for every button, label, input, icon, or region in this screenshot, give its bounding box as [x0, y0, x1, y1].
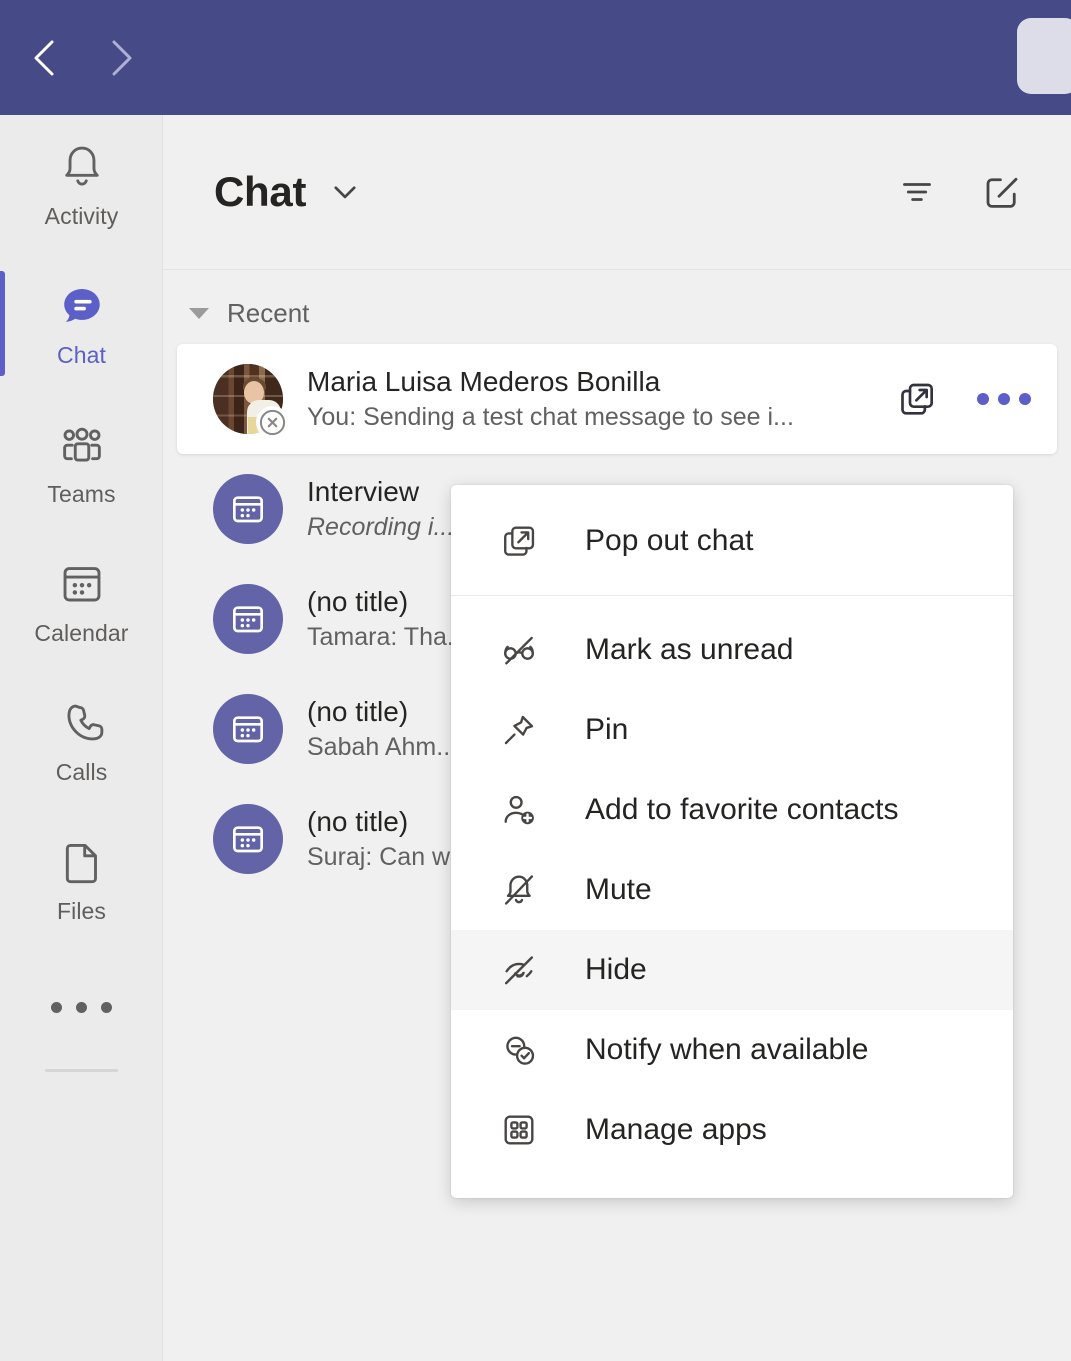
sidebar-more-apps-button[interactable] — [0, 949, 163, 1069]
menu-item-label: Hide — [585, 953, 647, 987]
sidebar-item-calls[interactable]: Calls — [0, 671, 163, 810]
chat-list-item-selected[interactable]: Maria Luisa Mederos Bonilla You: Sending… — [177, 344, 1057, 454]
menu-item-label: Notify when available — [585, 1033, 869, 1067]
chat-bubble-icon — [55, 279, 109, 333]
menu-divider — [451, 595, 1013, 596]
sidebar-item-calendar[interactable]: Calendar — [0, 532, 163, 671]
menu-item-label: Mute — [585, 873, 652, 907]
sidebar-item-label: Teams — [47, 481, 115, 508]
menu-item-label: Manage apps — [585, 1113, 767, 1147]
calendar-icon — [55, 557, 109, 611]
menu-item-mark-as-unread[interactable]: Mark as unread — [451, 610, 1013, 690]
phone-icon — [55, 696, 109, 750]
menu-item-label: Mark as unread — [585, 633, 793, 667]
sidebar-item-files[interactable]: Files — [0, 810, 163, 949]
menu-item-label: Pop out chat — [585, 524, 753, 558]
pop-out-icon — [498, 522, 540, 560]
chat-header-actions — [897, 171, 1023, 213]
meeting-calendar-icon — [228, 489, 268, 529]
more-options-icon — [977, 393, 1031, 405]
menu-item-mute[interactable]: Mute — [451, 850, 1013, 930]
notify-available-icon — [498, 1031, 540, 1069]
person-add-icon — [498, 791, 540, 829]
sidebar-item-label: Files — [57, 898, 106, 925]
avatar — [213, 804, 283, 874]
menu-item-hide[interactable]: Hide — [451, 930, 1013, 1010]
rail-divider — [45, 1069, 118, 1072]
filter-icon — [897, 172, 937, 212]
avatar — [213, 694, 283, 764]
compose-new-chat-icon — [981, 171, 1023, 213]
apps-grid-icon — [498, 1111, 540, 1149]
navigation-arrows — [22, 35, 144, 81]
pop-out-chat-button[interactable] — [897, 379, 937, 419]
offline-x-icon — [258, 408, 287, 437]
file-icon — [55, 835, 109, 889]
menu-item-label: Add to favorite contacts — [585, 793, 899, 827]
chevron-down-icon — [328, 175, 362, 209]
filter-button[interactable] — [897, 172, 937, 212]
caret-down-icon — [189, 308, 209, 319]
sidebar-item-chat[interactable]: Chat — [0, 254, 163, 393]
search-input[interactable] — [1017, 18, 1071, 94]
chat-more-options-button[interactable] — [977, 393, 1031, 405]
title-bar — [0, 0, 1071, 115]
chat-list-header: Chat — [163, 115, 1071, 270]
menu-item-manage-apps[interactable]: Manage apps — [451, 1090, 1013, 1170]
chat-title-dropdown[interactable] — [328, 175, 362, 209]
sidebar-item-activity[interactable]: Activity — [0, 115, 163, 254]
avatar — [213, 474, 283, 544]
chevron-right-icon — [104, 36, 138, 80]
chat-row-actions — [897, 379, 1031, 419]
eye-off-icon — [498, 951, 540, 989]
people-icon — [55, 418, 109, 472]
page-title: Chat — [214, 168, 306, 216]
pin-icon — [498, 711, 540, 749]
sidebar-item-teams[interactable]: Teams — [0, 393, 163, 532]
status-badge — [256, 406, 289, 439]
sidebar-item-label: Activity — [45, 203, 119, 230]
teams-app-window: Activity Chat Teams — [0, 0, 1071, 1361]
mark-unread-icon — [498, 631, 540, 669]
menu-item-add-to-favorite-contacts[interactable]: Add to favorite contacts — [451, 770, 1013, 850]
sidebar-item-label: Chat — [57, 342, 106, 369]
chevron-left-icon — [28, 36, 62, 80]
bell-icon — [55, 140, 109, 194]
meeting-calendar-icon — [228, 819, 268, 859]
pop-out-icon — [897, 379, 937, 419]
back-button[interactable] — [22, 35, 68, 81]
left-rail: Activity Chat Teams — [0, 115, 163, 1361]
new-chat-button[interactable] — [981, 171, 1023, 213]
sidebar-item-label: Calendar — [34, 620, 128, 647]
meeting-calendar-icon — [228, 709, 268, 749]
menu-item-notify-when-available[interactable]: Notify when available — [451, 1010, 1013, 1090]
menu-item-pop-out-chat[interactable]: Pop out chat — [451, 501, 1013, 581]
chat-context-menu: Pop out chat Mark as unread — [451, 485, 1013, 1198]
more-horizontal-icon — [44, 1000, 119, 1018]
forward-button[interactable] — [98, 35, 144, 81]
meeting-calendar-icon — [228, 599, 268, 639]
menu-item-pin[interactable]: Pin — [451, 690, 1013, 770]
recent-section-header[interactable]: Recent — [163, 282, 1071, 344]
recent-section-label: Recent — [227, 298, 309, 329]
avatar — [213, 584, 283, 654]
avatar — [213, 364, 283, 434]
menu-item-label: Pin — [585, 713, 628, 747]
sidebar-item-label: Calls — [56, 759, 108, 786]
bell-off-icon — [498, 871, 540, 909]
